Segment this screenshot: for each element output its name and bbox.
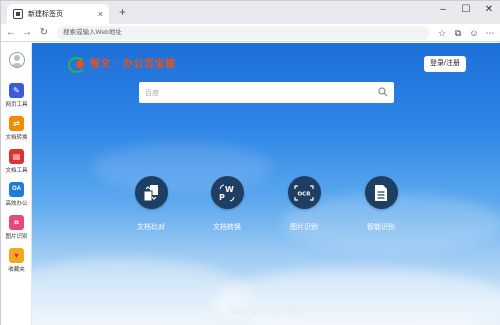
sidebar-item-image-recognition[interactable]: ⌗ 图片识别	[1, 215, 32, 240]
sidebar-item-label: 图片识别	[5, 234, 28, 240]
business-contact-text: 商务合作: 17092772066	[229, 308, 304, 315]
smart-doc-icon	[364, 176, 398, 209]
compare-icon	[134, 176, 168, 209]
tool-image-recognition[interactable]: OCR 图片识别	[274, 176, 334, 232]
favorites-star-icon[interactable]: ☆	[435, 26, 449, 40]
tab-title: 新建标签页	[28, 11, 63, 18]
sidebar-item-document-convert[interactable]: ⇄ 文档转换	[1, 116, 32, 141]
tab-strip: 新建标签页 × + – ☐ ✕	[1, 1, 500, 24]
sidebar: ✎ 网页工具 ⇄ 文档转换 ▤ 文档工具 OA 高效办公 ⌗ 图片识别 ♥ 收藏…	[1, 43, 32, 325]
sidebar-item-label: 高效办公	[5, 201, 28, 207]
logo-text: 智文 · 办公百宝箱	[90, 59, 176, 70]
tool-document-convert[interactable]: W P 文档转换	[197, 176, 257, 232]
image-scan-icon: ⌗	[9, 215, 24, 230]
sidebar-item-web-tools[interactable]: ✎ 网页工具	[1, 83, 32, 108]
favorites-folder-icon: ♥	[9, 248, 24, 263]
user-avatar-icon[interactable]	[9, 52, 25, 68]
wp-convert-icon: W P	[210, 176, 244, 209]
search-input[interactable]	[139, 83, 364, 104]
address-bar[interactable]: 搜索或输入Web地址	[57, 26, 429, 40]
tool-label: 文档比对	[137, 224, 165, 231]
tool-label: 图片识别	[290, 224, 318, 231]
new-tab-page-favicon-icon	[13, 9, 23, 19]
sidebar-item-favorites[interactable]: ♥ 收藏夹	[1, 248, 32, 273]
cloud-decoration	[212, 268, 500, 325]
back-arrow-icon[interactable]: ←	[5, 26, 17, 40]
svg-text:OCR: OCR	[298, 191, 312, 197]
toolbox-icon: ▤	[9, 149, 24, 164]
sidebar-item-label: 网页工具	[5, 102, 28, 108]
sidebar-item-office[interactable]: OA 高效办公	[1, 182, 32, 207]
profile-icon[interactable]: ☺	[467, 26, 481, 40]
wrench-icon: ✎	[9, 83, 24, 98]
svg-text:W: W	[225, 185, 234, 194]
new-tab-button[interactable]: +	[119, 5, 126, 19]
ocr-icon: OCR	[287, 176, 321, 209]
tool-smart-recognition[interactable]: 智能识别	[351, 176, 411, 232]
tool-label: 文档转换	[213, 224, 241, 231]
forward-arrow-icon[interactable]: →	[21, 26, 33, 40]
logo-mark-icon	[68, 56, 86, 73]
svg-text:P: P	[219, 193, 225, 202]
office-icon: OA	[9, 182, 24, 197]
sidebar-item-label: 文档转换	[5, 135, 28, 141]
browser-window: 新建标签页 × + – ☐ ✕ ← → ↻ 搜索或输入Web地址 ☆ ⧉ ☺ ⋯…	[0, 0, 500, 325]
refresh-icon[interactable]: ↻	[38, 26, 50, 40]
search-icon[interactable]	[378, 87, 388, 97]
search-box	[139, 82, 394, 104]
tab-new-tab-page[interactable]: 新建标签页 ×	[7, 4, 109, 24]
sidebar-item-document-tools[interactable]: ▤ 文档工具	[1, 149, 32, 174]
new-tab-main: 智文 · 办公百宝箱 登录/注册 文档比对	[32, 43, 500, 325]
browser-toolbar: ← → ↻ 搜索或输入Web地址 ☆ ⧉ ☺ ⋯	[1, 24, 500, 42]
more-menu-icon[interactable]: ⋯	[483, 26, 497, 40]
tab-close-icon[interactable]: ×	[98, 9, 103, 19]
sidebar-item-label: 收藏夹	[8, 267, 25, 273]
tool-label: 智能识别	[367, 224, 395, 231]
document-convert-icon: ⇄	[9, 116, 24, 131]
close-window-button[interactable]: ✕	[480, 3, 498, 17]
tool-document-compare[interactable]: 文档比对	[121, 176, 181, 232]
collections-icon[interactable]: ⧉	[451, 26, 465, 40]
minimize-button[interactable]: –	[434, 3, 452, 17]
maximize-button[interactable]: ☐	[457, 3, 475, 17]
site-logo[interactable]: 智文 · 办公百宝箱	[68, 55, 176, 73]
login-register-button[interactable]: 登录/注册	[424, 56, 466, 72]
sidebar-item-label: 文档工具	[5, 168, 28, 174]
